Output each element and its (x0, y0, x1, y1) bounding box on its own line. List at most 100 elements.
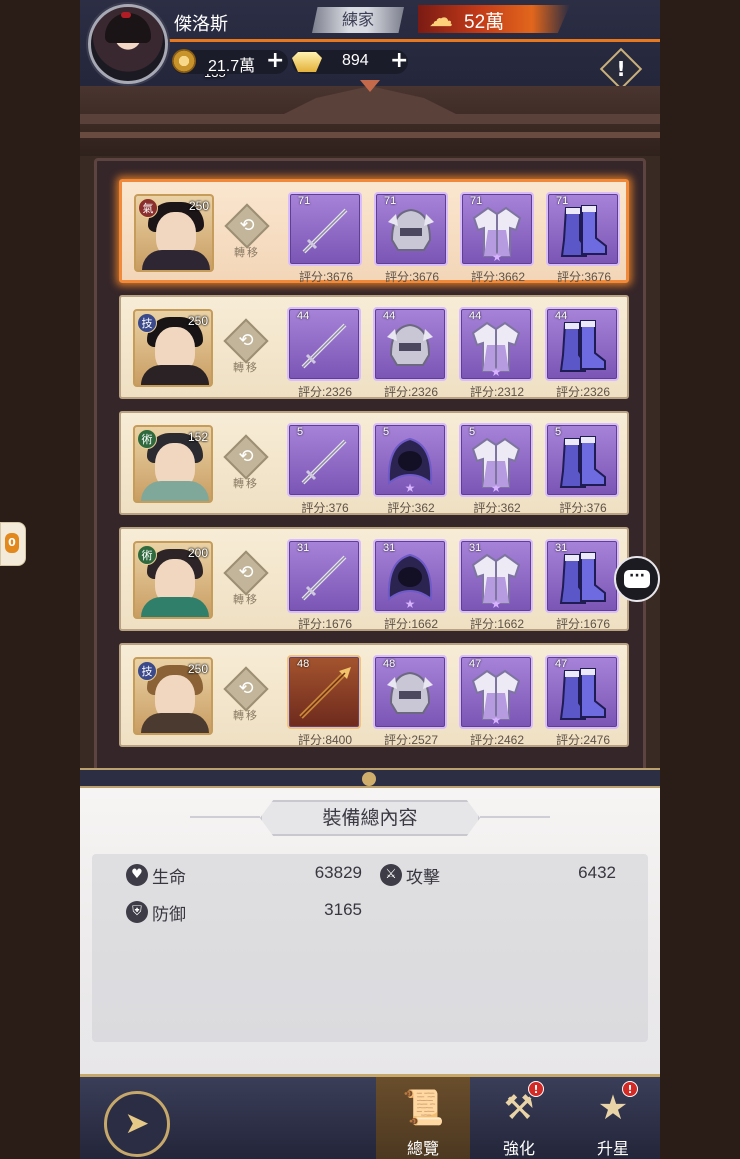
attack-value: 6432 (578, 863, 616, 882)
player-title-badge: 練家 (312, 7, 404, 33)
hero-equipment-row[interactable]: 技 250 ⟲ 轉移 44 評分:2326 44 評分:2326 44 ★ 評分:2312 44 評分:… (119, 295, 629, 399)
hero-portrait[interactable]: 術 152 (133, 425, 213, 503)
summary-title: 裝備總內容 (322, 807, 418, 829)
hero-portrait[interactable]: 技 250 (133, 657, 213, 735)
combat-power-value: 52萬 (464, 12, 505, 33)
equipment-score: 評分:2312 (469, 385, 525, 399)
hero-type-badge: 技 (137, 313, 157, 333)
equipment-score: 評分:362 (473, 501, 521, 515)
sword-equipment-slot[interactable]: 5 (287, 423, 361, 497)
boots-equipment-slot[interactable]: 44 (545, 307, 619, 381)
armor-equipment-slot[interactable]: 31 ★ (459, 539, 533, 613)
tab-star-up[interactable]: ★ 升星 ! (566, 1077, 660, 1159)
hero-portrait[interactable]: 術 200 (133, 541, 213, 619)
equipment-level: 47 (555, 658, 568, 670)
boots-equipment-slot[interactable]: 47 (545, 655, 619, 729)
equipment-score: 評分:362 (387, 501, 435, 515)
transfer-button[interactable]: ⟲ 轉移 (223, 318, 269, 379)
transfer-button[interactable]: ⟲ 轉移 (223, 550, 269, 611)
equipment-summary: 裝備總內容 ♥ 生命 63829 ⚔ 攻擊 6432 ⛨ 防御 3165 (80, 788, 660, 1078)
equipment-level: 47 (469, 658, 482, 670)
equipment-level: 44 (469, 310, 482, 322)
transfer-button[interactable]: ⟲ 轉移 (223, 666, 269, 727)
hero-portrait[interactable]: 氣 250 (134, 194, 214, 272)
transfer-label: 轉移 (233, 477, 259, 490)
back-button[interactable]: ➤ (104, 1091, 170, 1157)
transfer-icon: ⟲ (238, 678, 254, 699)
armor-equipment-slot[interactable]: 71 ★ (460, 192, 534, 266)
armor-equipment-slot[interactable]: 47 ★ (459, 655, 533, 729)
equipment-level: 5 (555, 426, 562, 438)
star-icon: ★ (490, 365, 502, 379)
chat-button[interactable]: ··· (614, 556, 660, 602)
equipment-score: 評分:376 (301, 501, 349, 515)
bottom-nav: ➤ 📜 總覽 ⚒ 強化 ! ★ 升星 ! (80, 1074, 660, 1159)
heart-icon: ♥ (126, 864, 148, 886)
boots-equipment-slot[interactable]: 71 (546, 192, 620, 266)
star-icon: ★ (490, 481, 502, 495)
hero-equipment-row[interactable]: 術 152 ⟲ 轉移 5 評分:376 5 ★ 評分:362 5 ★ 評分:362 5 評分:376 (119, 411, 629, 515)
ingot-value: 894 (342, 52, 369, 69)
spear-equipment-slot[interactable]: 48 (287, 655, 361, 729)
equipment-level: 5 (383, 426, 390, 438)
armor-equipment-slot[interactable]: 5 ★ (459, 423, 533, 497)
equipment-score: 評分:3676 (298, 270, 354, 284)
sword-equipment-slot[interactable]: 31 (287, 539, 361, 613)
defense-label: 防御 (152, 905, 186, 925)
star-icon: ★ (404, 481, 416, 495)
equipment-score: 評分:3676 (556, 270, 612, 284)
star-icon: ★ (404, 597, 416, 611)
hero-portrait[interactable]: 技 250 (133, 309, 213, 387)
equipment-score: 評分:376 (559, 501, 607, 515)
boots-equipment-slot[interactable]: 31 (545, 539, 619, 613)
hero-type-badge: 術 (137, 545, 157, 565)
equipment-level: 71 (470, 195, 483, 207)
equipment-level: 31 (469, 542, 482, 554)
top-bar-accent-line (160, 39, 660, 42)
equipment-level: 71 (556, 195, 569, 207)
transfer-icon: ⟲ (238, 330, 254, 351)
add-ingot-button[interactable]: + (390, 49, 408, 73)
side-event-tab[interactable]: 0 (0, 522, 26, 566)
boots-equipment-slot[interactable]: 5 (545, 423, 619, 497)
shield-icon: ⛨ (126, 901, 148, 923)
enhance-notification-badge: ! (528, 1081, 544, 1097)
helmet-equipment-slot[interactable]: 71 (374, 192, 448, 266)
transfer-button[interactable]: ⟲ 轉移 (223, 434, 269, 495)
transfer-label: 轉移 (233, 709, 259, 722)
hero-equipment-row[interactable]: 氣 250 ⟲ 轉移 71 評分:3676 71 評分:3676 71 ★ 評分:3662 71 評分:… (119, 179, 629, 284)
equipment-level: 31 (383, 542, 396, 554)
transfer-icon: ⟲ (238, 446, 254, 467)
hero-equipment-row[interactable]: 術 200 ⟲ 轉移 31 評分:1676 31 ★ 評分:1662 31 ★ 評分:1662 31 評分… (119, 527, 629, 631)
tab-overview-label: 總覽 (406, 1139, 439, 1158)
sword-equipment-slot[interactable]: 44 (287, 307, 361, 381)
tab-overview[interactable]: 📜 總覽 (376, 1077, 470, 1159)
player-name: 傑洛斯 (174, 14, 228, 35)
equipment-score: 評分:2476 (555, 733, 611, 747)
transfer-icon: ⟲ (238, 562, 254, 583)
sword-equipment-slot[interactable]: 71 (288, 192, 362, 266)
helmet-equipment-slot[interactable]: 48 (373, 655, 447, 729)
helmet-equipment-slot[interactable]: 44 (373, 307, 447, 381)
tab-enhance[interactable]: ⚒ 強化 ! (472, 1077, 566, 1159)
transfer-button[interactable]: ⟲ 轉移 (224, 203, 270, 264)
equipment-level: 5 (297, 426, 304, 438)
scroll-icon: 📜 (402, 1088, 445, 1128)
armor-equipment-slot[interactable]: 44 ★ (459, 307, 533, 381)
hero-type-badge: 氣 (138, 198, 158, 218)
equipment-level: 48 (383, 658, 396, 670)
add-coin-button[interactable]: + (266, 49, 284, 73)
player-avatar[interactable] (88, 4, 168, 84)
equipment-level: 31 (297, 542, 310, 554)
hood-equipment-slot[interactable]: 5 ★ (373, 423, 447, 497)
equipment-level: 71 (384, 195, 397, 207)
hp-value: 63829 (314, 863, 362, 882)
equipment-score: 評分:1662 (383, 617, 439, 631)
hood-equipment-slot[interactable]: 31 ★ (373, 539, 447, 613)
coin-value: 21.7萬 (208, 58, 256, 75)
equipment-level: 31 (555, 542, 568, 554)
coin-icon (172, 49, 196, 73)
hero-equipment-row[interactable]: 技 250 ⟲ 轉移 48 評分:8400 48 評分:2527 47 ★ 評分:2462 47 評分:… (119, 643, 629, 747)
equipment-level: 48 (297, 658, 310, 670)
hero-level: 250 (187, 662, 208, 676)
